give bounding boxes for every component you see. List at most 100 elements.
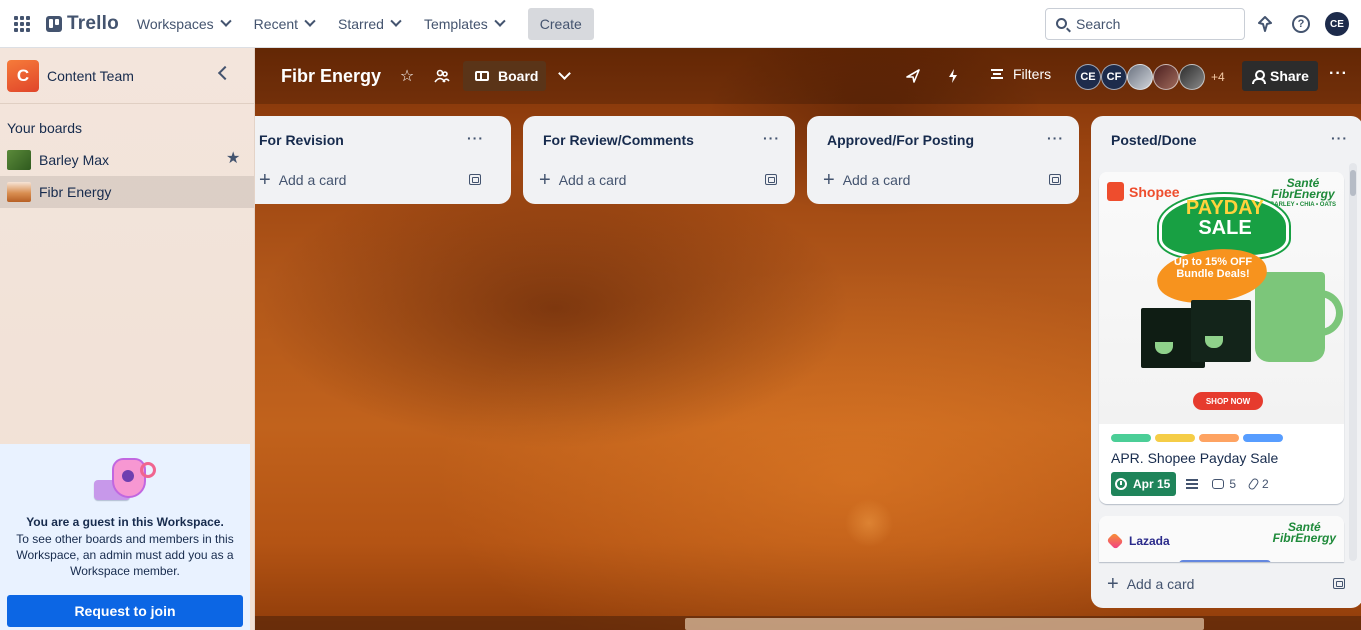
card-cover-image: Shopee Santé FibrEnergy BARLEY • CHIA • … [1099,172,1344,424]
star-icon[interactable]: ☆ [395,64,419,88]
shop-now-badge: SHOP NOW [1193,392,1263,410]
your-boards-heading: Your boards [7,120,82,136]
attachment-icon [1247,477,1260,491]
comment-icon [1212,479,1225,489]
list-menu-icon[interactable]: ··· [763,130,780,146]
nav-recent[interactable]: Recent [244,8,324,40]
notifications-icon[interactable] [1253,12,1277,36]
member-avatar[interactable]: CE [1075,64,1101,90]
label-yellow[interactable] [1155,434,1195,442]
list-title[interactable]: Posted/Done [1111,132,1197,148]
label-green[interactable] [1111,434,1151,442]
card-cover-image: Lazada Santé FibrEnergy [1099,516,1344,562]
brand-logo: Santé FibrEnergy [1272,520,1336,545]
workspace-name[interactable]: Content Team [47,68,134,84]
add-card-button[interactable]: + Add a card [255,164,346,196]
clock-icon [1115,478,1127,490]
list-for-revision: For Revision ··· + Add a card [255,116,511,204]
list-menu-icon[interactable]: ··· [1047,130,1064,146]
filters-button[interactable]: Filters [991,66,1051,82]
board-menu-icon[interactable]: ··· [1329,65,1348,83]
card-shopee-payday-sale[interactable]: Shopee Santé FibrEnergy BARLEY • CHIA • … [1099,172,1344,504]
power-ups-icon[interactable] [901,64,925,88]
sale-headline: SALE [1198,217,1252,239]
description-icon [1186,479,1199,489]
attachment-count: 2 [1262,477,1269,491]
card-labels[interactable] [1111,434,1332,442]
card-lazada[interactable]: Lazada Santé FibrEnergy [1099,516,1344,562]
due-date-badge[interactable]: Apr 15 [1111,472,1177,496]
list-for-review-comments: For Review/Comments ··· + Add a card [523,116,795,204]
sidebar-item-fibr-energy[interactable]: Fibr Energy [0,176,254,208]
sidebar: C Content Team Your boards Barley Max ★ … [0,48,255,630]
top-nav: Trello Workspaces Recent Starred Templat… [0,0,1361,48]
board-canvas: Fibr Energy ☆ Board Filters CE CF +4 Sha… [255,48,1361,630]
star-icon[interactable]: ★ [226,151,240,167]
sidebar-item-label: Barley Max [39,152,110,168]
guest-title: You are a guest in this Workspace. [26,515,224,529]
card-template-icon[interactable] [469,174,481,185]
card-template-icon[interactable] [765,174,777,185]
more-members-count[interactable]: +4 [1211,70,1225,84]
help-icon[interactable]: ? [1289,12,1313,36]
board-title[interactable]: Fibr Energy [281,66,381,87]
search-input[interactable]: Search [1045,8,1245,40]
share-button[interactable]: Share [1242,61,1318,91]
nav-templates[interactable]: Templates [414,8,514,40]
trello-logo[interactable]: Trello [42,8,123,40]
add-person-icon [1252,70,1266,84]
chevron-down-icon [494,15,506,27]
offer-text: Up to 15% OFF Bundle Deals! [1173,256,1253,280]
member-avatar[interactable]: CF [1101,64,1127,90]
label-orange[interactable] [1199,434,1239,442]
security-illustration [88,456,162,508]
card-template-icon[interactable] [1049,174,1061,185]
filter-icon [991,69,1003,79]
list-title[interactable]: Approved/For Posting [827,132,974,148]
add-card-button[interactable]: + Add a card [535,164,626,196]
search-icon [1056,18,1067,29]
member-avatar[interactable] [1127,64,1153,90]
label-blue[interactable] [1243,434,1283,442]
guest-description: To see other boards and members in this … [16,532,234,578]
member-avatar[interactable] [1179,64,1205,90]
sidebar-item-label: Fibr Energy [39,184,112,200]
avatar[interactable]: CE [1325,12,1349,36]
list-title[interactable]: For Review/Comments [543,132,694,148]
list-approved-for-posting: Approved/For Posting ··· + Add a card [807,116,1079,204]
card-title: APR. Shopee Payday Sale [1111,450,1279,466]
nav-starred[interactable]: Starred [328,8,410,40]
request-to-join-button[interactable]: Request to join [7,595,243,627]
chevron-down-icon [390,15,402,27]
card-badges: Apr 15 5 2 [1111,472,1332,496]
app-switcher-icon[interactable] [6,8,38,40]
list-menu-icon[interactable]: ··· [1331,130,1348,146]
logo-text: Trello [67,12,119,34]
automation-icon[interactable] [941,64,965,88]
add-card-button[interactable]: + Add a card [819,164,910,196]
list-title[interactable]: For Revision [259,132,344,148]
member-avatar[interactable] [1153,64,1179,90]
list-posted-done: Posted/Done ··· Shopee Santé FibrEnergy … [1091,116,1361,608]
card-template-icon[interactable] [1333,578,1345,589]
workspace-header: C Content Team [0,48,254,104]
board-view-button[interactable]: Board [463,61,546,91]
payday-headline: PAYDAY [1185,197,1265,219]
list-scrollbar-thumb[interactable] [1350,170,1356,196]
workspace-avatar[interactable]: C [7,59,39,92]
board-scrollbar-thumb[interactable] [685,618,1204,630]
board-icon [475,71,489,81]
list-menu-icon[interactable]: ··· [467,130,484,146]
search-placeholder: Search [1076,16,1121,32]
sidebar-item-barley-max[interactable]: Barley Max ★ [0,144,254,176]
add-card-button[interactable]: + Add a card [1103,568,1194,600]
visibility-icon[interactable] [430,64,454,88]
comment-count: 5 [1229,477,1237,491]
list-scrollbar[interactable] [1349,163,1357,561]
board-thumbnail [7,182,31,202]
nav-workspaces[interactable]: Workspaces [127,8,240,40]
chevron-down-icon [220,15,232,27]
trello-icon [46,15,62,32]
product-box [1191,300,1251,362]
create-button[interactable]: Create [527,7,594,40]
